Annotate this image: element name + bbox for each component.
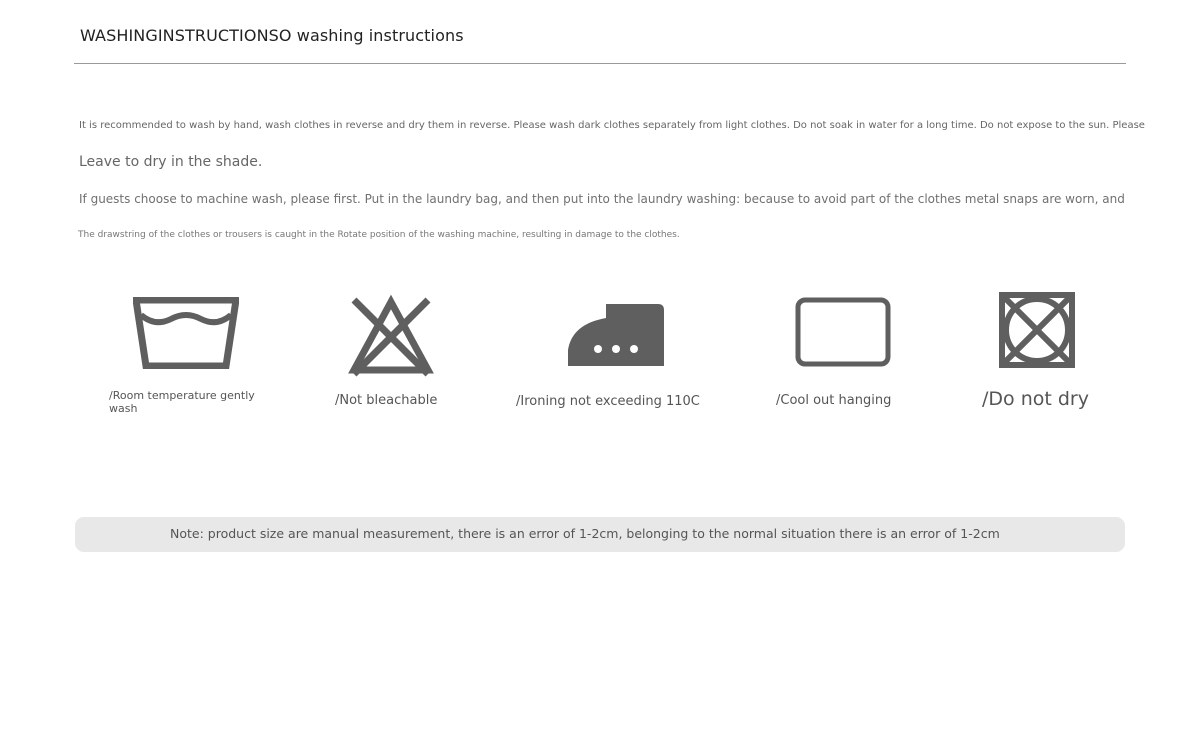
instruction-line-3: If guests choose to machine wash, please…	[79, 192, 1125, 206]
hang-dry-icon	[795, 297, 891, 367]
symbol-label-iron: /Ironing not exceeding 110C	[516, 394, 700, 409]
symbol-label-dry: /Do not dry	[982, 388, 1089, 410]
symbol-label-bleach: /Not bleachable	[335, 393, 438, 408]
do-not-tumble-dry-icon	[998, 291, 1076, 369]
iron-icon	[566, 300, 666, 368]
instruction-line-2: Leave to dry in the shade.	[79, 154, 263, 170]
page-title: WASHINGINSTRUCTIONSO washing instruction…	[80, 26, 464, 45]
header-divider	[74, 63, 1126, 64]
instruction-line-4: The drawstring of the clothes or trouser…	[78, 230, 680, 240]
instruction-line-1: It is recommended to wash by hand, wash …	[79, 120, 1145, 131]
wash-basin-icon	[133, 297, 239, 369]
note-banner: Note: product size are manual measuremen…	[75, 517, 1125, 552]
no-bleach-icon	[348, 294, 434, 380]
symbol-label-hang: /Cool out hanging	[776, 393, 892, 408]
note-text: Note: product size are manual measuremen…	[170, 526, 1000, 541]
symbol-label-wash: /Room temperature gently wash	[109, 389, 255, 415]
